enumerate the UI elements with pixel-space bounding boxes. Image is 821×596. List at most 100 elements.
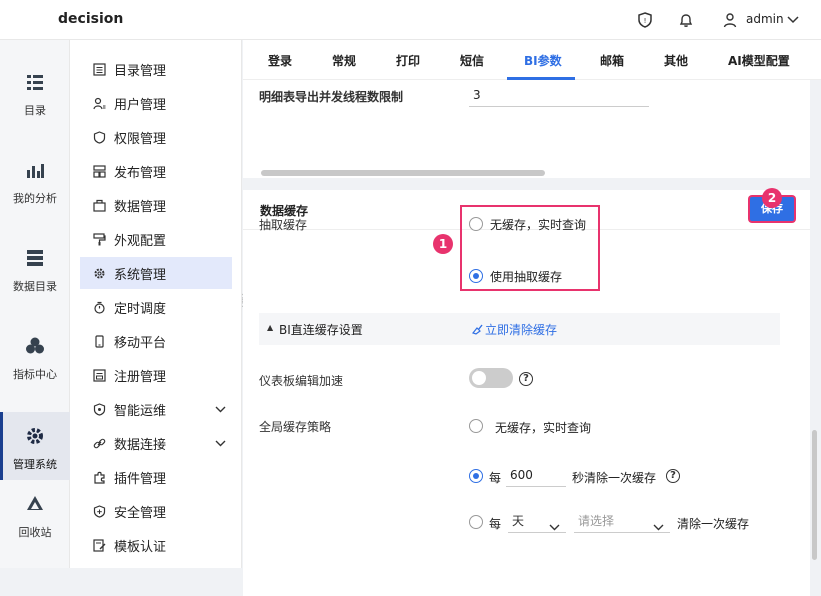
submenu-label: 安全管理 [114,505,167,521]
submenu-item[interactable]: 数据连接 [80,427,232,459]
every-label: 每 [489,471,502,485]
submenu-label: 模板认证 [114,539,167,555]
help-icon[interactable]: ? [519,372,533,386]
user-icon [92,96,106,110]
radio-every-seconds[interactable] [469,469,483,483]
interval-seconds-input[interactable]: 600 [506,463,566,487]
submenu-item[interactable]: 用户管理 [80,87,232,119]
tab-ai-model[interactable]: AI模型配置 [728,52,790,69]
submenu-item[interactable]: 发布管理 [80,155,232,187]
period-time-select[interactable]: 请选择 [574,509,670,533]
chevron-down-icon[interactable] [215,436,226,451]
chevron-down-icon[interactable] [215,402,226,417]
tab-login[interactable]: 登录 [268,52,292,69]
shield-icon[interactable]: ! [636,11,654,29]
radio-no-cache-label: 无缓存，实时查询 [490,218,587,232]
nav-item-recycle-bin[interactable]: 回收站 [0,480,70,548]
export-settings-panel: 明细表导出并发线程数限制 3 [243,80,810,178]
data-box-icon [92,198,106,212]
tab-general[interactable]: 常规 [332,52,356,69]
nav-label: 管理系统 [13,458,57,471]
submenu-item[interactable]: 安全管理 [80,495,232,527]
period-unit-select[interactable]: 天 [508,509,566,533]
seconds-clear-label: 秒清除一次缓存 [572,471,657,485]
submenu-item[interactable]: 模板认证 [80,529,232,561]
help-icon[interactable]: ? [666,469,680,483]
clear-cache-link[interactable]: 立即清除缓存 [485,321,557,338]
top-bar: decision ! admin [0,0,821,40]
vertical-scrollbar[interactable] [812,430,817,560]
submenu-item[interactable]: 注册管理 [80,359,232,391]
nav-item-data-catalog[interactable]: 数据目录 [0,234,70,302]
svg-text:!: ! [644,17,647,25]
radio-no-cache[interactable] [469,217,483,231]
submenu-item[interactable]: 外观配置 [80,223,232,255]
submenu-item[interactable]: 定时调度 [80,291,232,323]
submenu-label: 权限管理 [114,131,167,147]
submenu-label: 定时调度 [114,301,167,317]
every-label: 每 [489,517,502,531]
tab-sms[interactable]: 短信 [460,52,484,69]
radio-use-extract[interactable] [469,269,483,283]
broom-icon [471,322,484,339]
annotation-badge-2: 2 [762,188,782,208]
submenu-item[interactable]: 数据管理 [80,189,232,221]
security-plus-icon [92,504,106,518]
main-content: 登录 常规 打印 短信 BI参数 邮箱 其他 AI模型配置 明细表导出并发线程数… [243,40,821,596]
period-clear-label: 清除一次缓存 [677,517,750,531]
horizontal-scrollbar[interactable] [261,170,545,176]
register-icon [92,368,106,382]
timer-icon [92,300,106,314]
tab-print[interactable]: 打印 [396,52,420,69]
submenu-label: 发布管理 [114,165,167,181]
user-name[interactable]: admin [746,12,784,26]
radio-global-no-cache[interactable] [469,419,483,433]
nav-item-management[interactable]: 管理系统 [0,412,70,480]
submenu-item[interactable]: 目录管理 [80,53,232,85]
radio-every-period[interactable] [469,515,483,529]
nav-label: 回收站 [18,526,52,539]
app-title: decision [58,11,124,27]
tab-bi-params[interactable]: BI参数 [524,52,562,69]
export-thread-input[interactable]: 3 [469,83,649,107]
submenu-label: 数据管理 [114,199,167,215]
annotation-badge-1: 1 [433,234,453,254]
data-cache-card: 数据缓存 保存 抽取缓存 无缓存，实时查询 使用抽取缓存 1 ▲ BI直连缓存设… [243,190,810,596]
submenu-label: 移动平台 [114,335,167,351]
ops-shield-icon [92,402,106,416]
submenu-label: 用户管理 [114,97,167,113]
global-strategy-label: 全局缓存策略 [259,420,332,434]
submenu-label: 注册管理 [114,369,167,385]
submenu-item[interactable]: 智能运维 [80,393,232,425]
period-unit-value: 天 [512,514,525,528]
chevron-down-icon[interactable] [784,11,802,29]
list-icon [25,72,45,92]
direct-cache-section[interactable]: ▲ BI直连缓存设置 立即清除缓存 [259,313,780,345]
nav-item-metric-center[interactable]: 指标中心 [0,322,70,390]
submenu-item[interactable]: 插件管理 [80,461,232,493]
extract-cache-label: 抽取缓存 [259,218,308,232]
chevron-down-icon [653,515,664,539]
cubes-icon [25,336,45,356]
bell-icon[interactable] [677,11,695,29]
chart-icon [25,160,45,180]
paint-roller-icon [92,232,106,246]
export-thread-label: 明细表导出并发线程数限制 [259,90,404,104]
dashboard-accel-toggle[interactable] [469,368,513,388]
submenu-item-system-management[interactable]: 系统管理 [80,257,232,289]
folder-list-icon [92,62,106,76]
submenu-item[interactable]: 移动平台 [80,325,232,357]
mobile-icon [92,334,106,348]
nav-label: 目录 [24,104,46,117]
nav-label: 我的分析 [13,192,57,205]
chevron-down-icon [549,515,560,539]
nav-label: 数据目录 [13,280,57,293]
nav-item-catalog[interactable]: 目录 [0,58,70,126]
tab-mailbox[interactable]: 邮箱 [600,52,624,69]
nav-item-my-analysis[interactable]: 我的分析 [0,146,70,214]
tab-other[interactable]: 其他 [664,52,688,69]
submenu-item[interactable]: 权限管理 [80,121,232,153]
publish-icon [92,164,106,178]
radio-global-no-cache-label: 无缓存，实时查询 [495,421,592,435]
user-icon[interactable] [721,11,739,29]
